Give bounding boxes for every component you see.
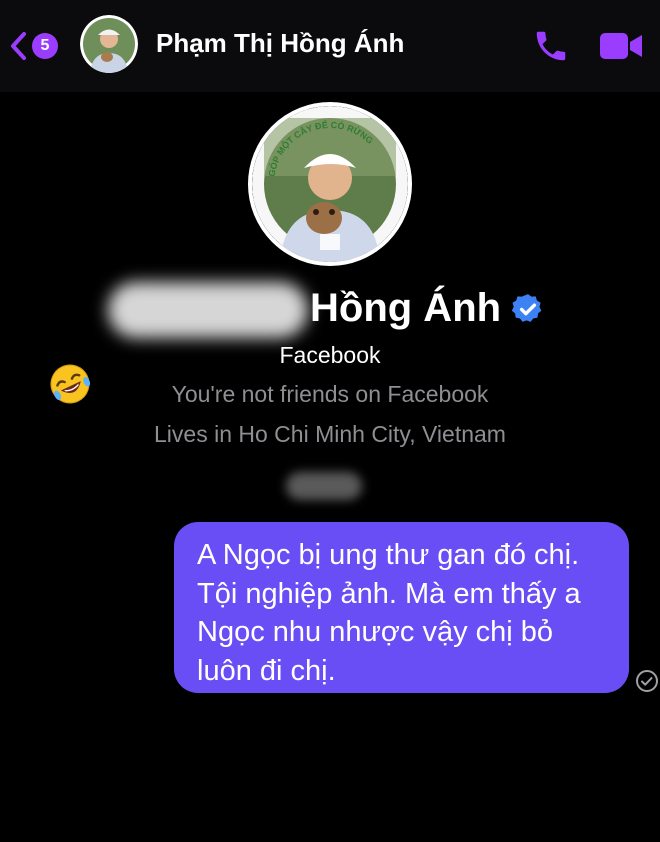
redacted-name-blur — [108, 282, 308, 338]
profile-platform: Facebook — [279, 342, 381, 368]
sent-check-icon — [636, 670, 658, 692]
profile-name: Hồng Ánh — [310, 286, 502, 330]
verified-badge-icon — [511, 293, 542, 322]
message-line: A Ngọc bị ung thư gan đó chị. — [197, 539, 580, 571]
chat-header: 5 Phạm Thị Hồng Ánh — [0, 0, 660, 92]
chevron-left-icon — [11, 32, 26, 60]
redacted-timestamp-blur — [286, 472, 362, 500]
message-line: Ngọc nhu nhược vậy chị bỏ — [197, 616, 554, 648]
friend-status-text: You're not friends on Facebook — [171, 381, 489, 407]
unread-count-badge: 5 — [32, 33, 58, 59]
profile-name-row: Hồng Ánh — [310, 286, 545, 331]
location-text: Lives in Ho Chi Minh City, Vietnam — [154, 421, 506, 447]
call-button[interactable] — [532, 27, 570, 65]
profile-avatar[interactable]: GÓP MỘT CÂY ĐỂ CÓ RỪNG — [248, 102, 412, 266]
sent-status — [635, 669, 659, 693]
back-button[interactable]: 5 — [10, 26, 58, 66]
message-line: luôn đi chị. — [197, 654, 336, 687]
contact-avatar[interactable] — [80, 15, 138, 73]
contact-name[interactable]: Phạm Thị Hồng Ánh — [156, 28, 404, 59]
video-camera-icon — [600, 33, 642, 59]
rofl-emoji-icon — [48, 362, 92, 406]
video-call-button[interactable] — [598, 30, 644, 62]
message-line: Tội nghiệp ảnh. Mà em thấy a — [197, 577, 581, 610]
outgoing-message-bubble[interactable]: A Ngọc bị ung thư gan đó chị. Tội nghiệp… — [174, 522, 629, 693]
phone-icon — [536, 31, 566, 61]
